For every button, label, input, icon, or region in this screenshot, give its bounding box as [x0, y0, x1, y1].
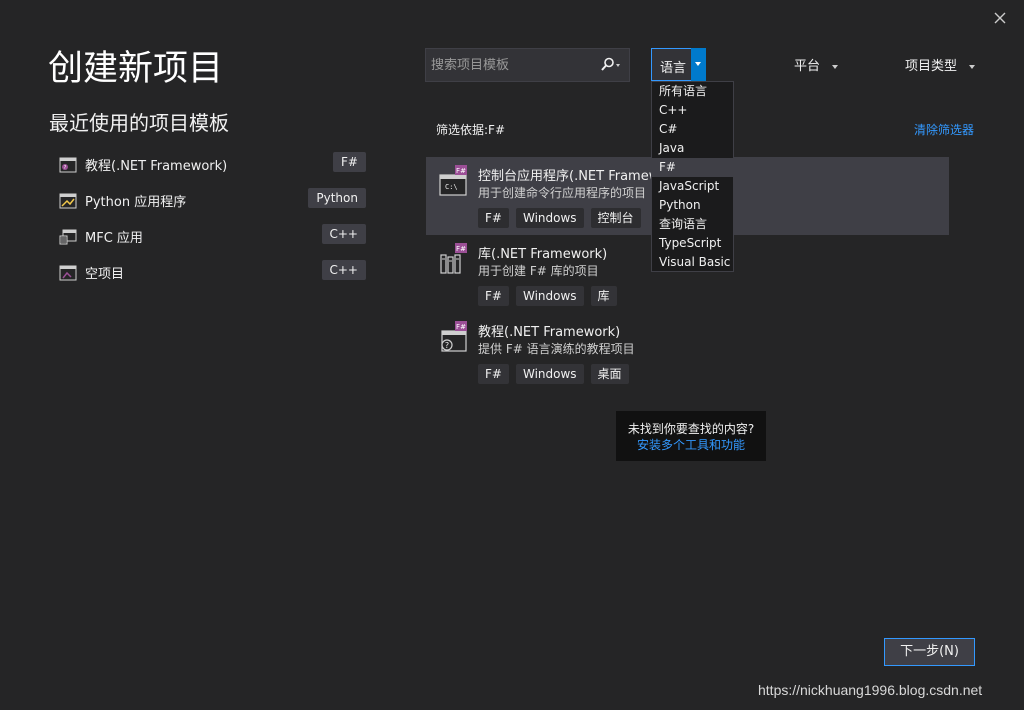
template-description: 提供 F# 语言演练的教程项目 — [478, 342, 635, 356]
template-tags: F# Windows 控制台 — [478, 207, 648, 228]
recent-item-mfc-app[interactable]: MFC 应用 C++ — [55, 224, 370, 252]
not-found-panel: 未找到你要查找的内容? 安装多个工具和功能 — [616, 411, 766, 461]
template-tag: Windows — [515, 286, 584, 306]
template-description: 用于创建命令行应用程序的项目 — [478, 186, 647, 200]
not-found-text: 未找到你要查找的内容? — [627, 422, 755, 436]
filter-status-label: 筛选依据:F# — [436, 123, 506, 137]
svg-text:?: ? — [64, 165, 67, 171]
recent-item-python-app[interactable]: Python 应用程序 Python — [55, 188, 370, 216]
template-tag: 库 — [590, 286, 617, 306]
clear-filters-link[interactable]: 清除筛选器 — [914, 121, 974, 138]
language-filter-label: 语言 — [660, 61, 687, 76]
tutorial-template-icon: ? F# — [441, 321, 467, 352]
svg-text:F#: F# — [456, 323, 466, 331]
template-title: 库(.NET Framework) — [478, 247, 608, 262]
install-tools-link[interactable]: 安装多个工具和功能 — [616, 436, 766, 453]
recent-item-label: Python 应用程序 — [85, 195, 187, 210]
recent-item-empty-project[interactable]: 空项目 C++ — [55, 260, 370, 288]
language-option[interactable]: Python — [652, 196, 733, 215]
chevron-down-icon[interactable] — [691, 48, 706, 81]
language-option-selected[interactable]: F# — [652, 158, 733, 177]
platform-filter-dropdown[interactable]: 平台 — [794, 55, 839, 74]
page-title: 创建新项目 — [48, 49, 224, 89]
language-option[interactable]: Visual Basic — [652, 253, 733, 272]
recent-item-label: MFC 应用 — [85, 231, 143, 246]
language-tag: Python — [308, 188, 366, 208]
recent-item-label: 教程(.NET Framework) — [85, 159, 228, 174]
chevron-down-icon — [969, 64, 976, 69]
template-tutorial[interactable]: ? F# 教程(.NET Framework) 提供 F# 语言演练的教程项目 … — [426, 313, 949, 391]
platform-filter-label: 平台 — [794, 59, 821, 74]
language-option[interactable]: C# — [652, 120, 733, 139]
tutorial-template-icon: ? — [59, 157, 77, 173]
svg-text:?: ? — [445, 341, 449, 350]
template-tag: F# — [478, 208, 509, 228]
chevron-down-icon — [832, 64, 839, 69]
svg-text:C:\: C:\ — [445, 183, 458, 191]
template-tag: Windows — [515, 208, 584, 228]
template-tags: F# Windows 桌面 — [478, 363, 636, 384]
template-title: 教程(.NET Framework) — [478, 325, 621, 340]
console-app-icon: C:\ F# — [439, 165, 467, 196]
template-tags: F# Windows 库 — [478, 285, 624, 306]
svg-text:F#: F# — [456, 167, 466, 175]
language-dropdown-menu: 所有语言 C++ C# Java F# JavaScript Python 查询… — [651, 81, 734, 272]
svg-text:F#: F# — [456, 245, 466, 253]
language-option[interactable]: TypeScript — [652, 234, 733, 253]
template-tag: 控制台 — [590, 208, 641, 228]
language-tag: F# — [333, 152, 366, 172]
language-option[interactable]: JavaScript — [652, 177, 733, 196]
language-option[interactable]: 所有语言 — [652, 82, 733, 101]
next-button[interactable]: 下一步(N) — [884, 638, 975, 666]
template-tag: Windows — [515, 364, 584, 384]
template-search-box — [425, 48, 630, 82]
template-tag: F# — [478, 286, 509, 306]
recent-item-label: 空项目 — [85, 267, 125, 282]
project-type-filter-label: 项目类型 — [905, 59, 958, 74]
template-search-input[interactable] — [426, 49, 606, 81]
close-icon — [994, 12, 1006, 24]
language-option[interactable]: 查询语言 — [652, 215, 733, 234]
close-button[interactable] — [990, 8, 1010, 28]
mfc-app-icon — [59, 229, 77, 245]
language-tag: C++ — [321, 260, 366, 280]
python-app-icon — [59, 193, 77, 209]
watermark-text: https://nickhuang1996.blog.csdn.net — [758, 682, 983, 698]
empty-project-icon — [59, 265, 77, 281]
template-description: 用于创建 F# 库的项目 — [478, 264, 599, 278]
language-option[interactable]: Java — [652, 139, 733, 158]
recent-templates-title: 最近使用的项目模板 — [49, 111, 229, 135]
project-type-filter-dropdown[interactable]: 项目类型 — [905, 55, 976, 74]
language-tag: C++ — [321, 224, 366, 244]
template-tag: F# — [478, 364, 509, 384]
library-icon: F# — [440, 243, 467, 274]
search-icon[interactable] — [600, 57, 622, 73]
recent-item-tutorial[interactable]: ? 教程(.NET Framework) F# — [55, 152, 370, 180]
language-filter-dropdown[interactable]: 语言 — [651, 48, 706, 81]
language-option[interactable]: C++ — [652, 101, 733, 120]
template-tag: 桌面 — [590, 364, 629, 384]
